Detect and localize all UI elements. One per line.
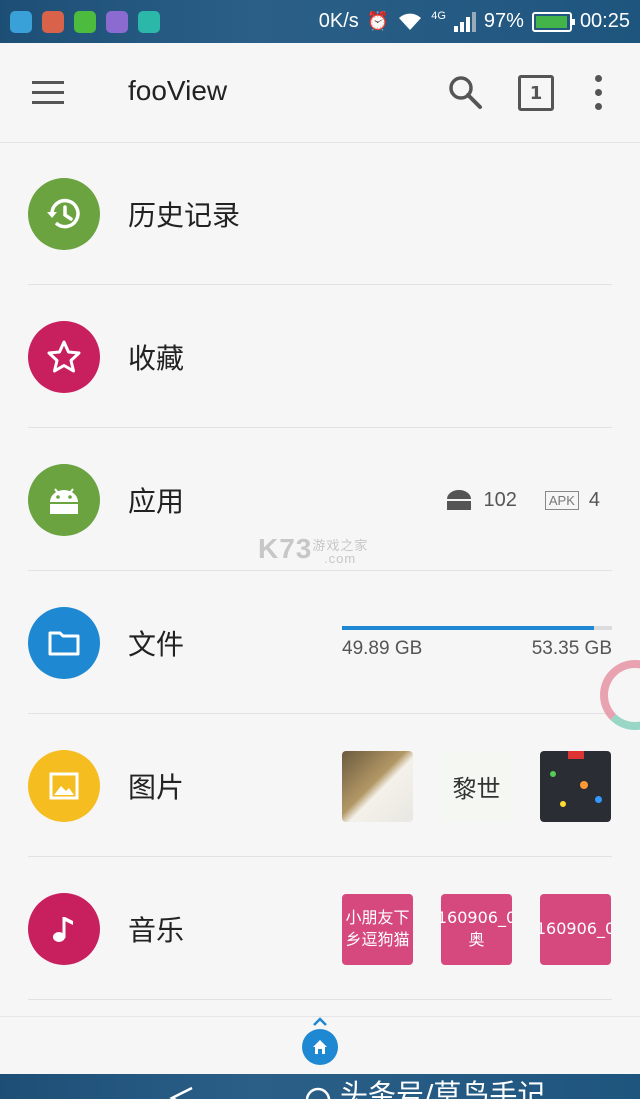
star-icon bbox=[28, 321, 100, 393]
app-bar: fooView 1 bbox=[0, 43, 640, 143]
files-label: 文件 bbox=[128, 628, 185, 661]
notification-app-icon bbox=[10, 10, 32, 33]
list-item-music[interactable]: 音乐 小朋友下乡逗狗猫 20160906_001奥 20160906_001 bbox=[0, 858, 640, 1000]
divider bbox=[28, 427, 612, 428]
installed-apps-count: 102 bbox=[483, 488, 517, 511]
android-icon bbox=[28, 464, 100, 536]
watermark-domain: .com bbox=[324, 551, 357, 566]
wechat-icon bbox=[74, 10, 96, 33]
divider bbox=[28, 856, 612, 857]
music-track[interactable]: 小朋友下乡逗狗猫 bbox=[342, 893, 413, 965]
history-label: 历史记录 bbox=[128, 199, 241, 232]
tab-count-button[interactable]: 1 bbox=[518, 75, 554, 111]
storage-bar bbox=[342, 626, 612, 630]
battery-percent: 97% bbox=[483, 10, 524, 32]
system-nav-bar: 头条号/草鸟手记 bbox=[0, 1074, 640, 1099]
watermark: K73游戏之家 .com bbox=[258, 533, 368, 566]
music-thumbnails: 小朋友下乡逗狗猫 20160906_001奥 20160906_001 bbox=[342, 893, 611, 965]
list-item-files[interactable]: 文件 49.89 GB 53.35 GB bbox=[0, 572, 640, 714]
storage-total: 53.35 GB bbox=[531, 638, 612, 659]
search-icon[interactable] bbox=[446, 73, 484, 111]
music-track[interactable]: 20160906_001 bbox=[540, 893, 611, 965]
favorites-label: 收藏 bbox=[128, 342, 185, 375]
music-track[interactable]: 20160906_001奥 bbox=[441, 893, 512, 965]
notification-icons bbox=[10, 10, 160, 33]
battery-icon bbox=[531, 11, 575, 32]
home-button[interactable] bbox=[302, 1029, 338, 1065]
notification-app-icon bbox=[138, 10, 160, 33]
history-icon bbox=[28, 178, 100, 250]
apk-icon: APK bbox=[544, 490, 579, 510]
bottom-bar bbox=[0, 1016, 640, 1074]
music-note-icon bbox=[28, 893, 100, 965]
image-thumbnail[interactable]: 黎世 bbox=[441, 750, 512, 822]
list-item-favorites[interactable]: 收藏 bbox=[0, 286, 640, 428]
music-label: 音乐 bbox=[128, 914, 185, 947]
image-thumbnail-text: 黎世 bbox=[452, 774, 501, 803]
storage-usage: 49.89 GB 53.35 GB bbox=[342, 626, 612, 660]
more-options-icon[interactable] bbox=[590, 73, 608, 113]
thumbnail-dot bbox=[595, 795, 602, 803]
thumbnail-dot bbox=[580, 780, 588, 789]
folder-icon bbox=[28, 607, 100, 679]
signal-icon bbox=[453, 11, 476, 32]
status-bar: 0K/s ⏰ 4G 97% 00:25 bbox=[0, 0, 640, 43]
divider bbox=[28, 713, 612, 714]
watermark-main: K73 bbox=[258, 533, 313, 564]
list-item-images[interactable]: 图片 黎世 bbox=[0, 715, 640, 857]
divider bbox=[28, 570, 612, 571]
nav-overlay-text: 头条号/草鸟手记 bbox=[340, 1078, 546, 1099]
alarm-icon: ⏰ bbox=[366, 11, 390, 31]
thumbnail-dot bbox=[560, 800, 566, 807]
image-icon bbox=[28, 750, 100, 822]
installed-apps-icon bbox=[447, 490, 472, 510]
divider bbox=[28, 284, 612, 285]
image-thumbnails: 黎世 bbox=[342, 750, 611, 822]
image-thumbnail[interactable] bbox=[342, 750, 413, 822]
app-title: fooView bbox=[128, 75, 228, 106]
apk-count: 4 bbox=[588, 488, 600, 511]
chevron-up-icon[interactable] bbox=[313, 1017, 327, 1027]
images-label: 图片 bbox=[128, 771, 185, 804]
notification-app-icon bbox=[106, 10, 128, 33]
thumbnail-badge bbox=[568, 750, 584, 759]
home-nav-icon[interactable] bbox=[304, 1086, 332, 1099]
network-speed: 0K/s bbox=[318, 10, 359, 32]
divider bbox=[28, 999, 612, 1000]
clock: 00:25 bbox=[579, 10, 630, 32]
storage-used: 49.89 GB bbox=[342, 638, 423, 659]
home-icon bbox=[313, 1040, 327, 1054]
apps-label: 应用 bbox=[128, 485, 185, 518]
list-item-history[interactable]: 历史记录 bbox=[0, 143, 640, 285]
storage-bar-fill bbox=[342, 626, 595, 630]
notification-app-icon bbox=[42, 10, 64, 33]
menu-icon[interactable] bbox=[30, 79, 66, 107]
network-type: 4G bbox=[431, 10, 446, 22]
wifi-icon bbox=[399, 13, 422, 30]
apps-stats: 102 APK 4 bbox=[445, 489, 600, 512]
back-icon[interactable] bbox=[168, 1086, 194, 1099]
thumbnail-dot bbox=[550, 770, 556, 777]
image-thumbnail[interactable] bbox=[540, 750, 611, 822]
